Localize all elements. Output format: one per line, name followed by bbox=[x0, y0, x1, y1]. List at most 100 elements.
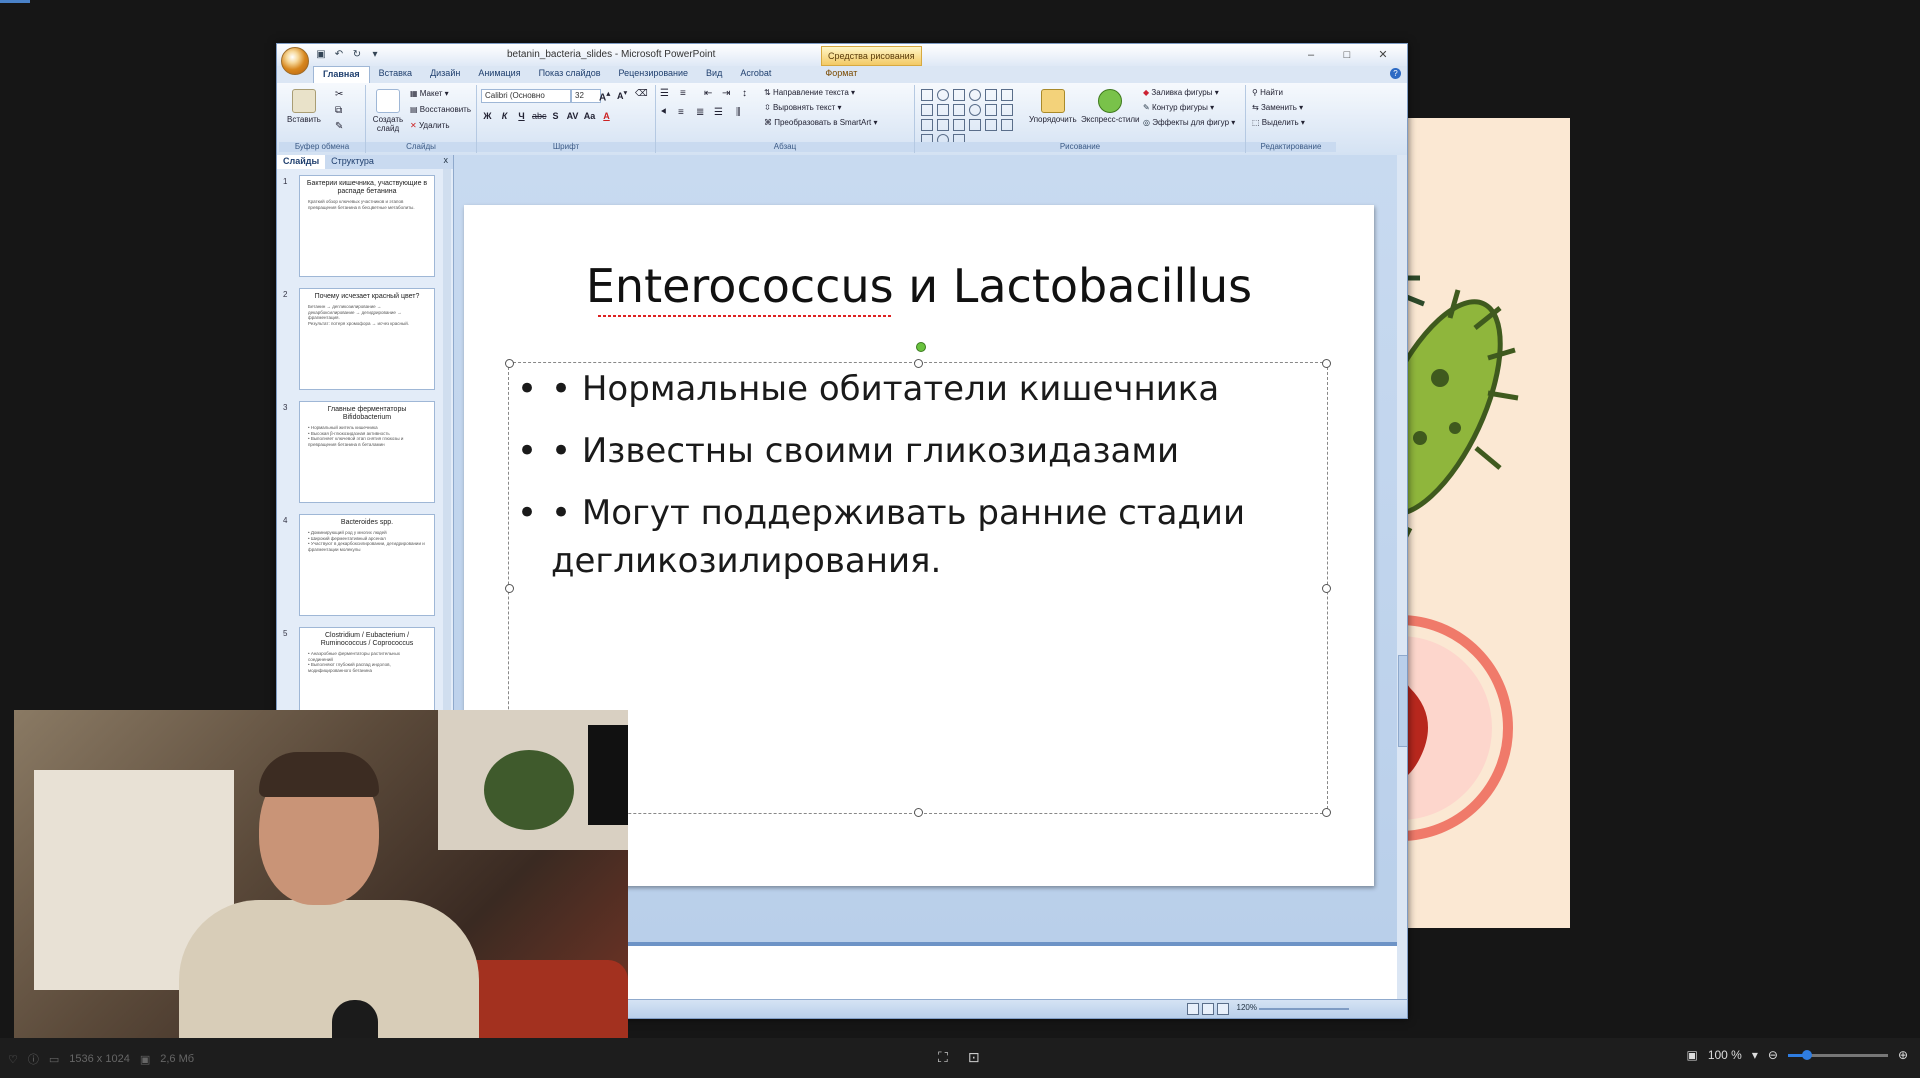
resize-handle[interactable] bbox=[505, 359, 514, 368]
slide-thumbnail[interactable]: 3 Главные ферментаторы Bifidobacterium •… bbox=[283, 401, 443, 503]
zoom-level[interactable]: 100 % bbox=[1708, 1048, 1742, 1062]
resize-handle[interactable] bbox=[1322, 808, 1331, 817]
font-color-button[interactable]: A bbox=[600, 111, 613, 121]
minimize-button[interactable]: – bbox=[1293, 46, 1329, 64]
undo-icon[interactable]: ↶ bbox=[333, 48, 345, 60]
reset-button[interactable]: ▤ Восстановить bbox=[410, 105, 471, 114]
zoom-in-icon[interactable]: ⊕ bbox=[1898, 1048, 1908, 1062]
zoom-percentage[interactable]: 120% bbox=[1237, 1003, 1257, 1012]
copy-icon[interactable]: ⧉ bbox=[335, 105, 342, 116]
bullets-icon[interactable]: ☰ bbox=[660, 88, 669, 99]
zoom-slider[interactable] bbox=[1787, 1049, 1888, 1060]
maximize-button[interactable]: □ bbox=[1329, 46, 1365, 64]
fullscreen-icon[interactable]: ▣ bbox=[1686, 1048, 1697, 1062]
cut-icon[interactable]: ✂ bbox=[335, 89, 343, 100]
font-size-select[interactable]: 32 bbox=[571, 89, 601, 103]
help-icon[interactable]: ? bbox=[1390, 68, 1401, 79]
tab-format[interactable]: Формат bbox=[816, 66, 866, 83]
line-spacing-icon[interactable]: ↕ bbox=[742, 88, 747, 99]
justify-icon[interactable]: ☰ bbox=[714, 107, 723, 118]
increase-indent-icon[interactable]: ⇥ bbox=[722, 88, 730, 99]
tab-animation[interactable]: Анимация bbox=[469, 66, 529, 83]
tab-home[interactable]: Главная bbox=[313, 66, 370, 84]
layout-label: Макет bbox=[419, 89, 443, 98]
tab-slideshow[interactable]: Показ слайдов bbox=[530, 66, 610, 83]
slide-thumbnail[interactable]: 2 Почему исчезает красный цвет? Бетанин … bbox=[283, 288, 443, 390]
office-button[interactable] bbox=[281, 47, 309, 75]
select-button[interactable]: ⬚ Выделить ▾ bbox=[1252, 118, 1305, 127]
resize-handle[interactable] bbox=[505, 584, 514, 593]
zoom-dropdown-icon[interactable]: ▾ bbox=[1752, 1048, 1758, 1062]
scrollbar-thumb[interactable] bbox=[1398, 655, 1407, 747]
paste-button[interactable]: Вставить bbox=[287, 89, 321, 124]
save-icon[interactable]: ▣ bbox=[315, 48, 327, 60]
fit-screen-icon[interactable]: ⛶ bbox=[938, 1049, 948, 1066]
bullet-item[interactable]: • Нормальные обитатели кишечника bbox=[517, 365, 1307, 413]
bold-button[interactable]: Ж bbox=[481, 111, 494, 121]
columns-icon[interactable]: ⫼ bbox=[736, 107, 741, 118]
window-controls: – □ ✕ bbox=[1293, 46, 1401, 64]
change-case-button[interactable]: Aa bbox=[583, 111, 596, 121]
numbering-icon[interactable]: ≡ bbox=[680, 88, 686, 99]
italic-button[interactable]: К bbox=[498, 111, 511, 121]
rotation-handle[interactable] bbox=[916, 342, 926, 352]
find-button[interactable]: ⚲ Найти bbox=[1252, 88, 1283, 97]
shape-effects-button[interactable]: ◎ Эффекты для фигур ▾ bbox=[1143, 118, 1235, 127]
font-family-select[interactable]: Calibri (Основно bbox=[481, 89, 571, 103]
align-right-icon[interactable]: ≣ bbox=[696, 107, 704, 118]
tab-acrobat[interactable]: Acrobat bbox=[731, 66, 780, 83]
slide-thumbnail[interactable]: 4 Bacteroides spp. • Доминирующий род у … bbox=[283, 514, 443, 616]
tab-view[interactable]: Вид bbox=[697, 66, 731, 83]
shrink-font-icon[interactable]: A▾ bbox=[617, 88, 627, 101]
resize-handle[interactable] bbox=[1322, 359, 1331, 368]
replace-button[interactable]: ⇆ Заменить ▾ bbox=[1252, 103, 1303, 112]
shadow-button[interactable]: S bbox=[549, 111, 562, 121]
grow-font-icon[interactable]: A▴ bbox=[599, 88, 610, 103]
clear-format-icon[interactable]: ⌫ bbox=[635, 88, 648, 99]
close-button[interactable]: ✕ bbox=[1365, 46, 1401, 64]
actual-size-icon[interactable]: ⊡ bbox=[968, 1049, 980, 1066]
tab-outline[interactable]: Структура bbox=[325, 155, 380, 169]
zoom-slider-knob[interactable] bbox=[1801, 1049, 1812, 1060]
normal-view-icon[interactable] bbox=[1187, 1003, 1199, 1015]
slide-thumbnail[interactable]: 1 Бактерии кишечника, участвующие в расп… bbox=[283, 175, 443, 277]
editor-scrollbar[interactable] bbox=[1397, 155, 1407, 1000]
shape-outline-button[interactable]: ✎ Контур фигуры ▾ bbox=[1143, 103, 1214, 112]
strikethrough-button[interactable]: abc bbox=[532, 111, 547, 121]
zoom-out-icon[interactable]: ⊖ bbox=[1768, 1048, 1778, 1062]
align-text-button[interactable]: ⇳ Выровнять текст ▾ bbox=[764, 103, 842, 112]
customize-qat-icon[interactable]: ▾ bbox=[369, 48, 381, 60]
tab-review[interactable]: Рецензирование bbox=[610, 66, 698, 83]
info-icon[interactable]: ⓘ bbox=[28, 1051, 39, 1067]
text-direction-button[interactable]: ⇅ Направление текста ▾ bbox=[764, 88, 855, 97]
zoom-slider[interactable] bbox=[1259, 1008, 1349, 1010]
pane-close-icon[interactable]: x bbox=[439, 155, 454, 169]
tab-slides[interactable]: Слайды bbox=[277, 155, 326, 169]
resize-handle[interactable] bbox=[1322, 584, 1331, 593]
decrease-indent-icon[interactable]: ⇤ bbox=[704, 88, 712, 99]
delete-slide-button[interactable]: ✕ Удалить bbox=[410, 121, 449, 130]
format-painter-icon[interactable]: ✎ bbox=[335, 121, 343, 132]
slide-sorter-icon[interactable] bbox=[1202, 1003, 1214, 1015]
character-spacing-button[interactable]: AV bbox=[566, 111, 579, 121]
layout-button[interactable]: ▦ Макет ▾ bbox=[410, 89, 449, 98]
new-slide-button[interactable]: Создать слайд bbox=[370, 89, 406, 133]
favorite-icon[interactable]: ♡ bbox=[8, 1053, 18, 1066]
tab-design[interactable]: Дизайн bbox=[421, 66, 469, 83]
shape-fill-button[interactable]: ◆ Заливка фигуры ▾ bbox=[1143, 88, 1219, 97]
smartart-button[interactable]: ⌘ Преобразовать в SmartArt ▾ bbox=[764, 118, 878, 127]
align-left-icon[interactable]: ⯇ bbox=[660, 107, 668, 118]
slideshow-view-icon[interactable] bbox=[1217, 1003, 1229, 1015]
shapes-gallery[interactable] bbox=[921, 89, 1021, 146]
resize-handle[interactable] bbox=[914, 808, 923, 817]
content-placeholder[interactable]: • Нормальные обитатели кишечника • Извес… bbox=[505, 342, 1331, 817]
underline-button[interactable]: Ч bbox=[515, 111, 528, 121]
align-center-icon[interactable]: ≡ bbox=[678, 107, 684, 118]
slide-title[interactable]: Enterococcus и Lactobacillus bbox=[464, 259, 1374, 313]
bullet-item[interactable]: • Известны своими гликозидазами bbox=[517, 427, 1307, 475]
quick-styles-button[interactable]: Экспресс-стили bbox=[1081, 89, 1140, 124]
bullet-item[interactable]: • Могут поддерживать ранние стадии дегли… bbox=[517, 489, 1307, 585]
redo-icon[interactable]: ↻ bbox=[351, 48, 363, 60]
tab-insert[interactable]: Вставка bbox=[370, 66, 421, 83]
arrange-button[interactable]: Упорядочить bbox=[1029, 89, 1077, 124]
